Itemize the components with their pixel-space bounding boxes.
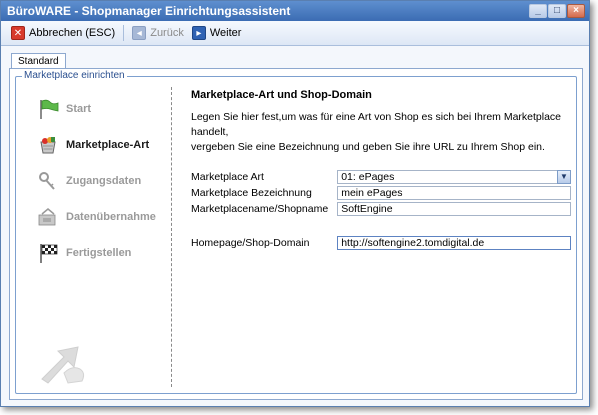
step-label: Fertigstellen: [66, 247, 132, 259]
chevron-down-icon[interactable]: ▼: [557, 170, 571, 184]
description-line: vergeben Sie eine Bezeichnung und geben …: [191, 141, 545, 153]
maximize-button[interactable]: □: [548, 4, 566, 18]
arrow-left-icon: ◂: [132, 26, 147, 40]
checkered-flag-icon: [36, 242, 60, 264]
transfer-icon: [36, 206, 60, 228]
next-label: Weiter: [209, 27, 242, 39]
marketplace-group: Marketplace einrichten Start Marketplace…: [15, 70, 577, 394]
marketplace-name-row: Marketplacename/Shopname SoftEngine: [191, 201, 571, 217]
panel-description: Legen Sie hier fest,um was für eine Art …: [191, 110, 571, 155]
cancel-icon: ✕: [11, 26, 25, 40]
toolbar: ✕ Abbrechen (ESC) ◂ Zurück ▸ Weiter: [1, 21, 589, 46]
step-datenuebernahme: Datenübernahme: [36, 199, 156, 235]
window-title: BüroWARE - Shopmanager Einrichtungsassis…: [7, 4, 291, 18]
step-zugangsdaten: Zugangsdaten: [36, 163, 156, 199]
arrow-right-icon: ▸: [191, 26, 206, 40]
marketplace-art-label: Marketplace Art: [191, 171, 264, 183]
step-label: Zugangsdaten: [66, 175, 142, 187]
marketplace-art-row: Marketplace Art 01: ePages ▼: [191, 169, 571, 185]
homepage-label: Homepage/Shop-Domain: [191, 237, 310, 249]
description-line: Legen Sie hier fest,um was für eine Art …: [191, 111, 562, 138]
step-label: Datenübernahme: [66, 211, 156, 223]
keys-icon: [36, 170, 60, 192]
group-title: Marketplace einrichten: [22, 70, 127, 81]
marketplace-art-select[interactable]: 01: ePages ▼: [337, 170, 571, 184]
marketplace-bezeichnung-row: Marketplace Bezeichnung mein ePages: [191, 185, 571, 201]
cancel-button[interactable]: ✕ Abbrechen (ESC): [11, 24, 115, 42]
homepage-row: Homepage/Shop-Domain http://softengine2.…: [191, 235, 571, 251]
tab-standard[interactable]: Standard: [11, 53, 66, 69]
shopping-basket-icon: [36, 134, 60, 156]
toolbar-separator: [123, 25, 125, 41]
marketplace-name-label: Marketplacename/Shopname: [191, 203, 329, 215]
wizard-window: BüroWARE - Shopmanager Einrichtungsassis…: [0, 0, 590, 407]
wizard-steps: Start Marketplace-Art Zugangsdaten Daten…: [36, 91, 156, 271]
step-marketplace-art: Marketplace-Art: [36, 127, 156, 163]
close-button[interactable]: ×: [567, 4, 585, 18]
divider: [171, 87, 172, 387]
cancel-label: Abbrechen (ESC): [29, 27, 116, 39]
step-fertigstellen: Fertigstellen: [36, 235, 156, 271]
minimize-button[interactable]: _: [529, 4, 547, 18]
back-label: Zurück: [150, 27, 184, 39]
panel-title: Marketplace-Art und Shop-Domain: [191, 89, 372, 101]
window-controls: _ □ ×: [529, 4, 585, 18]
hand-arrow-icon: [34, 329, 104, 385]
step-start: Start: [36, 91, 156, 127]
marketplace-bezeichnung-label: Marketplace Bezeichnung: [191, 187, 312, 199]
marketplace-bezeichnung-input[interactable]: mein ePages: [337, 186, 571, 200]
flag-icon: [36, 98, 60, 120]
form-panel: Marketplace-Art und Shop-Domain Legen Si…: [191, 89, 571, 251]
title-bar[interactable]: BüroWARE - Shopmanager Einrichtungsassis…: [1, 1, 589, 21]
back-button[interactable]: ◂ Zurück: [132, 24, 184, 42]
homepage-input[interactable]: http://softengine2.tomdigital.de: [337, 236, 571, 250]
marketplace-art-value: 01: ePages: [341, 171, 395, 183]
content-area: Marketplace einrichten Start Marketplace…: [9, 68, 583, 400]
step-label: Start: [66, 103, 92, 115]
next-button[interactable]: ▸ Weiter: [191, 24, 242, 42]
marketplace-name-input[interactable]: SoftEngine: [337, 202, 571, 216]
tab-bar: Standard: [11, 53, 66, 69]
step-label: Marketplace-Art: [66, 139, 150, 151]
